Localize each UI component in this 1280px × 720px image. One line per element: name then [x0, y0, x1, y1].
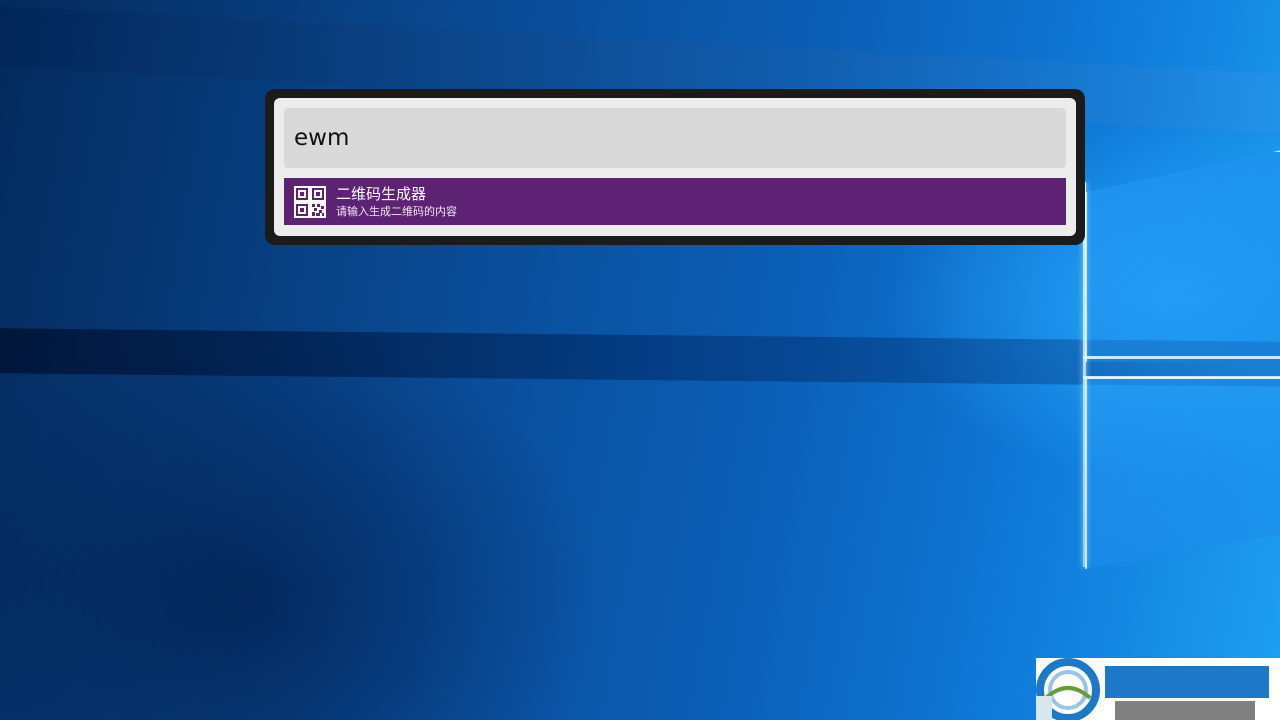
windows-logo-edge — [1083, 356, 1280, 359]
circular-logo-icon — [1036, 658, 1100, 720]
result-text: 二维码生成器 请输入生成二维码的内容 — [336, 185, 457, 219]
query-input[interactable] — [294, 125, 1056, 151]
result-title: 二维码生成器 — [336, 184, 427, 203]
windows-logo-pane-top — [1085, 150, 1280, 362]
result-item-qr-generator[interactable]: 二维码生成器 请输入生成二维码的内容 — [284, 178, 1066, 225]
windows-logo-pane-bottom — [1085, 377, 1280, 569]
query-box[interactable] — [284, 108, 1066, 168]
launcher-panel: 二维码生成器 请输入生成二维码的内容 — [274, 98, 1076, 236]
windows-logo-edge — [1083, 376, 1280, 379]
watermark-badge — [1036, 658, 1280, 720]
launcher-window: 二维码生成器 请输入生成二维码的内容 — [265, 89, 1085, 245]
result-subtitle: 请输入生成二维码的内容 — [336, 204, 457, 218]
watermark-gray-bar — [1115, 701, 1255, 720]
qr-code-icon — [294, 185, 326, 218]
watermark-blue-bar — [1105, 666, 1269, 698]
